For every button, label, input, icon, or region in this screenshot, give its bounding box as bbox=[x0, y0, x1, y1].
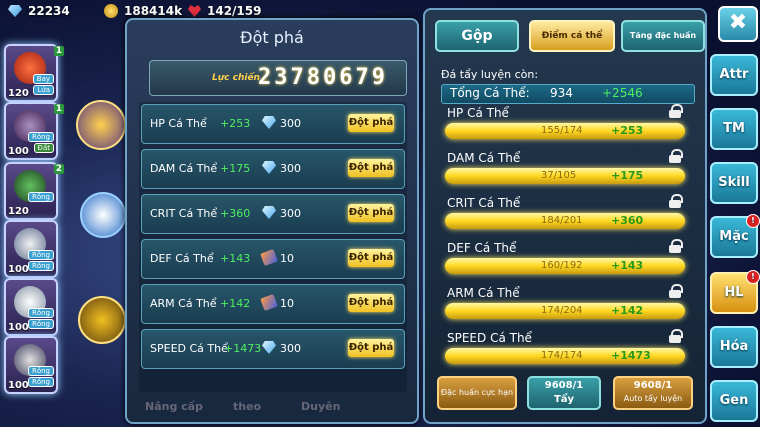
diamond-icon bbox=[262, 341, 276, 354]
breakthrough-row: DEF Cá Thể +143 10 Đột phá bbox=[141, 239, 405, 279]
total-stats-row: Tổng Cá Thể: 934 +2546 bbox=[441, 84, 695, 104]
element-tag: Rồng bbox=[27, 377, 54, 387]
stat-row: DEF Cá Thể 160/192 +143 bbox=[441, 239, 691, 281]
fate-tab[interactable]: Duyên bbox=[301, 400, 340, 413]
stat-progress-bar: 160/192 +143 bbox=[445, 258, 685, 274]
diamond-counter: 22234 bbox=[8, 4, 70, 18]
tab-individual-points[interactable]: Điểm cá thể bbox=[529, 20, 615, 52]
breakthrough-row: DAM Cá Thể +175 300 Đột phá bbox=[141, 149, 405, 189]
pet-level: 120 bbox=[8, 206, 29, 217]
wash-stone-heading: Đá tẩy luyện còn: bbox=[441, 68, 539, 81]
breakthrough-row: ARM Cá Thể +142 10 Đột phá bbox=[141, 284, 405, 324]
team-slot-4[interactable]: Rồng Rồng 100 bbox=[4, 220, 58, 278]
element-tag: Rồng bbox=[27, 319, 54, 329]
lock-icon[interactable] bbox=[669, 239, 683, 253]
breakthrough-button[interactable]: Đột phá bbox=[348, 294, 394, 312]
weapon-emblem-icon[interactable] bbox=[76, 100, 126, 150]
element-tag: Rồng bbox=[27, 366, 54, 376]
lock-icon[interactable] bbox=[669, 194, 683, 208]
side-tab-skill[interactable]: Skill bbox=[710, 162, 758, 204]
lock-icon[interactable] bbox=[669, 284, 683, 298]
stat-row: SPEED Cá Thể 174/174 +1473 bbox=[441, 329, 691, 371]
lock-icon[interactable] bbox=[669, 149, 683, 163]
lock-icon[interactable] bbox=[669, 329, 683, 343]
training-panel: Gộp Điểm cá thể Tăng đặc huấn Đá tẩy luy… bbox=[423, 8, 707, 424]
team-slot-2[interactable]: 1 Rồng Đất 100 bbox=[4, 102, 64, 160]
breakthrough-panel: Đột phá Lực chiến 23780679 HP Cá Thể +25… bbox=[125, 18, 419, 424]
diamond-icon bbox=[262, 206, 276, 219]
element-tag: Đất bbox=[33, 143, 54, 153]
upgrade-tab[interactable]: Nâng cấp bbox=[145, 400, 203, 413]
side-tab-mac[interactable]: Mặc ! bbox=[710, 214, 760, 258]
breakthrough-row: HP Cá Thể +253 300 Đột phá bbox=[141, 104, 405, 144]
breakthrough-button[interactable]: Đột phá bbox=[348, 204, 394, 222]
stat-row: HP Cá Thể 155/174 +253 bbox=[441, 104, 691, 146]
side-tab-hoa[interactable]: Hóa bbox=[710, 326, 758, 368]
pet-level: 120 bbox=[8, 88, 29, 99]
breakthrough-row: SPEED Cá Thể +1473 300 Đột phá bbox=[141, 329, 405, 369]
diamond-icon bbox=[262, 116, 276, 129]
element-tag: Rồng bbox=[27, 261, 54, 271]
breakthrough-button[interactable]: Đột phá bbox=[348, 114, 394, 132]
breakthrough-row: CRIT Cá Thể +360 300 Đột phá bbox=[141, 194, 405, 234]
close-button[interactable]: ✖ bbox=[718, 6, 758, 42]
element-tag: Rồng bbox=[27, 250, 54, 260]
combat-power-box: Lực chiến 23780679 bbox=[149, 60, 407, 96]
heart-icon bbox=[188, 5, 201, 17]
stat-progress-bar: 174/174 +1473 bbox=[445, 348, 685, 364]
stone-icon bbox=[260, 293, 278, 312]
stat-row: DAM Cá Thể 37/105 +175 bbox=[441, 149, 691, 191]
slot-number: 1 bbox=[53, 46, 64, 56]
team-slot-6[interactable]: Rồng Rồng 100 bbox=[4, 336, 58, 394]
diamond-icon bbox=[262, 161, 276, 174]
wash-button[interactable]: 9608/1 Tẩy bbox=[527, 376, 601, 410]
tab-merge[interactable]: Gộp bbox=[435, 20, 519, 52]
breakthrough-list: HP Cá Thể +253 300 Đột phá DAM Cá Thể +1… bbox=[139, 102, 407, 392]
pet-level: 100 bbox=[8, 146, 29, 157]
extreme-training-button[interactable]: Đặc huấn cực hạn bbox=[437, 376, 517, 410]
slot-number: 2 bbox=[53, 164, 64, 174]
pet-level: 100 bbox=[8, 264, 29, 275]
side-tab-gen[interactable]: Gen bbox=[710, 380, 758, 422]
panel-title: Đột phá bbox=[240, 28, 304, 47]
element-tag: Bay bbox=[32, 74, 54, 84]
stat-row: CRIT Cá Thể 184/201 +360 bbox=[441, 194, 691, 236]
stat-progress-bar: 155/174 +253 bbox=[445, 123, 685, 139]
breakthrough-button[interactable]: Đột phá bbox=[348, 249, 394, 267]
pet-level: 100 bbox=[8, 380, 29, 391]
team-slot-5[interactable]: Rồng Rồng 100 bbox=[4, 278, 58, 336]
team-slot-3[interactable]: 2 Rồng 120 bbox=[4, 162, 64, 220]
tab-special-training[interactable]: Tăng đặc huấn bbox=[621, 20, 705, 52]
element-tag: Rồng bbox=[27, 308, 54, 318]
backpack-icon[interactable] bbox=[80, 192, 126, 238]
element-tag: Rồng bbox=[27, 192, 54, 202]
slot-number: 1 bbox=[53, 104, 64, 114]
stone-icon bbox=[260, 248, 278, 267]
side-tab-tm[interactable]: TM bbox=[710, 108, 758, 150]
lock-icon[interactable] bbox=[669, 104, 683, 118]
side-tab-attr[interactable]: Attr bbox=[710, 54, 758, 96]
gold-coin-icon bbox=[104, 4, 118, 18]
guild-emblem-icon[interactable] bbox=[78, 296, 126, 344]
team-slot-1[interactable]: 1 Bay Lửa 120 bbox=[4, 44, 64, 102]
stat-progress-bar: 174/204 +142 bbox=[445, 303, 685, 319]
element-tag: Rồng bbox=[27, 132, 54, 142]
notification-badge: ! bbox=[746, 214, 760, 228]
element-tag: Lửa bbox=[33, 85, 54, 95]
breakthrough-button[interactable]: Đột phá bbox=[348, 339, 394, 357]
follow-tab[interactable]: theo bbox=[233, 400, 261, 413]
stamina-counter: 142/159 bbox=[188, 4, 261, 18]
side-tab-hl[interactable]: HL ! bbox=[710, 270, 760, 314]
pet-level: 100 bbox=[8, 322, 29, 333]
breakthrough-button[interactable]: Đột phá bbox=[348, 159, 394, 177]
notification-badge: ! bbox=[746, 270, 760, 284]
stat-progress-bar: 184/201 +360 bbox=[445, 213, 685, 229]
combat-power-value: 23780679 bbox=[258, 65, 388, 90]
auto-wash-button[interactable]: 9608/1 Auto tẩy luyện bbox=[613, 376, 693, 410]
stat-progress-bar: 37/105 +175 bbox=[445, 168, 685, 184]
diamond-icon bbox=[8, 5, 22, 17]
gold-counter: 188414k bbox=[104, 4, 182, 18]
combat-power-label: Lực chiến bbox=[212, 73, 260, 83]
stat-row: ARM Cá Thể 174/204 +142 bbox=[441, 284, 691, 326]
